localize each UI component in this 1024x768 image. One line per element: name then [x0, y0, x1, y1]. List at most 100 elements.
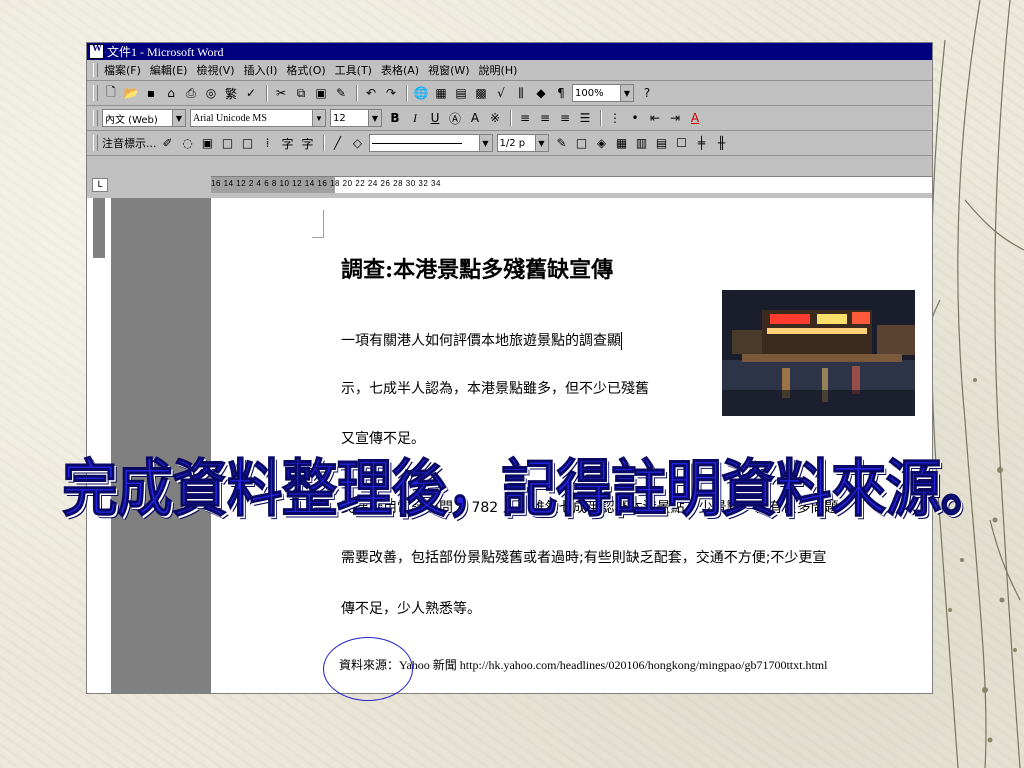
menu-insert[interactable]: 插入(I)	[244, 62, 278, 78]
eraser-icon[interactable]: ◌	[179, 134, 197, 152]
menu-format[interactable]: 格式(O)	[286, 62, 325, 78]
increase-indent-icon[interactable]: ⇥	[666, 109, 684, 127]
bracket-icon[interactable]: ⁞	[259, 134, 277, 152]
align-icon[interactable]: ☐	[673, 134, 691, 152]
menu-file[interactable]: 檔案(F)	[104, 62, 141, 78]
numbering-icon[interactable]: ⋮	[606, 109, 624, 127]
slide-caption: 完成資料整理後，記得註明資料來源。	[62, 452, 997, 526]
phonetic-guide-icon[interactable]: ※	[486, 109, 504, 127]
spelling-icon[interactable]: ✓	[242, 84, 260, 102]
toolbar-grip[interactable]	[93, 135, 98, 151]
align-right-icon[interactable]: ≡	[556, 109, 574, 127]
distribute-rows-icon[interactable]: ╪	[693, 134, 711, 152]
font-color-icon[interactable]: A	[686, 109, 704, 127]
bullets-icon[interactable]: •	[626, 109, 644, 127]
menu-grip[interactable]	[93, 63, 98, 77]
open-folder-icon[interactable]: 📂	[122, 84, 140, 102]
char-icon-2[interactable]: 字	[299, 134, 317, 152]
paragraph-line: 示，七成半人認為，本港景點雖多，但不少已殘舊	[341, 381, 649, 397]
align-left-icon[interactable]: ≡	[516, 109, 534, 127]
equation-icon[interactable]: √	[492, 84, 510, 102]
toolbar-separator	[406, 85, 408, 101]
character-shading-icon[interactable]: A	[466, 109, 484, 127]
border-color-icon[interactable]: ✎	[553, 134, 571, 152]
standard-toolbar: 🗋 📂 ▪ ⌂ ⎙ ◎ 繁 ✓ ✂ ⧉ ▣ ✎ ↶ ↷ 🌐 ▦ ▤ ▩ √ ⫼ …	[87, 81, 932, 106]
distribute-cols-icon[interactable]: ╫	[713, 134, 731, 152]
italic-button[interactable]: I	[406, 109, 424, 127]
columns-icon[interactable]: ⫼	[512, 84, 530, 102]
toolbar-separator	[356, 85, 358, 101]
title-bar: 文件1 - Microsoft Word	[87, 43, 932, 60]
pen-icon[interactable]: ✐	[159, 134, 177, 152]
tab-selector-icon[interactable]: L	[92, 178, 108, 192]
font-select[interactable]: Arial Unicode MS ▼	[190, 109, 326, 127]
window-title: 文件1 - Microsoft Word	[107, 45, 224, 59]
chevron-down-icon[interactable]: ▼	[478, 135, 492, 151]
cut-icon[interactable]: ✂	[272, 84, 290, 102]
toolbar-grip[interactable]	[93, 110, 98, 126]
align-center-icon[interactable]: ≡	[536, 109, 554, 127]
insert-excel-icon[interactable]: ▩	[472, 84, 490, 102]
phonetic-toolbar: 注音標示... ✐ ◌ ▣ □ □ ⁞ 字 字 ╱ ◇ ▼ 1/2 p ▼ ✎ □…	[87, 131, 932, 156]
split-cells-icon[interactable]: ▤	[653, 134, 671, 152]
source-highlight-ellipse	[323, 637, 413, 701]
redo-icon[interactable]: ↷	[382, 84, 400, 102]
menu-window[interactable]: 視窗(W)	[428, 62, 469, 78]
box-icon[interactable]: □	[219, 134, 237, 152]
paragraph-line: 傳不足，少人熟悉等。	[341, 601, 481, 617]
undo-icon[interactable]: ↶	[362, 84, 380, 102]
line-style-select[interactable]: ▼	[368, 134, 493, 152]
menu-edit[interactable]: 編輯(E)	[150, 62, 188, 78]
horizontal-ruler[interactable]: 16 14 12 2 4 6 8 10 12 14 16 18 20 22 24…	[211, 176, 932, 193]
tables-borders-icon[interactable]: ▦	[432, 84, 450, 102]
save-icon[interactable]: ▪	[142, 84, 160, 102]
character-border-icon[interactable]: Ⓐ	[446, 109, 464, 127]
word-app-icon[interactable]	[89, 43, 104, 59]
menu-view[interactable]: 檢視(V)	[196, 62, 234, 78]
harbor-night-photo[interactable]	[722, 290, 915, 416]
zoom-select[interactable]: 100% ▼	[572, 84, 634, 102]
toolbar-separator	[600, 110, 602, 126]
eraser-icon-2[interactable]: ◇	[349, 134, 367, 152]
justify-icon[interactable]: ☰	[576, 109, 594, 127]
chevron-down-icon[interactable]: ▼	[534, 135, 548, 151]
border-icon[interactable]: □	[573, 134, 591, 152]
help-icon[interactable]: ?	[638, 84, 656, 102]
hyperlink-icon[interactable]: 🌐	[412, 84, 430, 102]
line-sample	[371, 143, 462, 144]
style-select[interactable]: 內文 (Web) ▼	[102, 109, 186, 127]
draw-line-icon[interactable]: ╱	[329, 134, 347, 152]
shading-icon[interactable]: ◈	[593, 134, 611, 152]
paste-icon[interactable]: ▣	[312, 84, 330, 102]
menu-tools[interactable]: 工具(T)	[335, 62, 372, 78]
menu-help[interactable]: 說明(H)	[479, 62, 518, 78]
chevron-down-icon[interactable]: ▼	[312, 110, 325, 126]
phonetic-guide-button[interactable]: 注音標示...	[102, 134, 157, 152]
chevron-down-icon[interactable]: ▼	[368, 110, 381, 126]
char-icon[interactable]: 字	[279, 134, 297, 152]
chevron-down-icon[interactable]: ▼	[620, 85, 633, 101]
line-weight-select[interactable]: 1/2 p ▼	[496, 134, 549, 152]
copy-icon[interactable]: ⧉	[292, 84, 310, 102]
box-icon-2[interactable]: □	[239, 134, 257, 152]
document-title: 調查:本港景點多殘舊缺宣傳	[341, 257, 614, 283]
insert-icon[interactable]: ▣	[199, 134, 217, 152]
insert-table-icon[interactable]: ▤	[452, 84, 470, 102]
traditional-convert-button[interactable]: 繁	[222, 84, 240, 102]
chevron-down-icon[interactable]: ▼	[172, 110, 185, 126]
menu-table[interactable]: 表格(A)	[381, 62, 419, 78]
insert-table-icon-2[interactable]: ▦	[613, 134, 631, 152]
print-preview-icon[interactable]: ◎	[202, 84, 220, 102]
bold-button[interactable]: B	[386, 109, 404, 127]
new-document-icon[interactable]: 🗋	[102, 84, 120, 102]
web-publish-icon[interactable]: ⌂	[162, 84, 180, 102]
toolbar-grip[interactable]	[93, 85, 98, 101]
underline-button[interactable]: U	[426, 109, 444, 127]
drawing-icon[interactable]: ◆	[532, 84, 550, 102]
show-hide-icon[interactable]: ¶	[552, 84, 570, 102]
font-size-select[interactable]: 12 ▼	[330, 109, 382, 127]
print-icon[interactable]: ⎙	[182, 84, 200, 102]
decrease-indent-icon[interactable]: ⇤	[646, 109, 664, 127]
merge-cells-icon[interactable]: ▥	[633, 134, 651, 152]
format-painter-icon[interactable]: ✎	[332, 84, 350, 102]
